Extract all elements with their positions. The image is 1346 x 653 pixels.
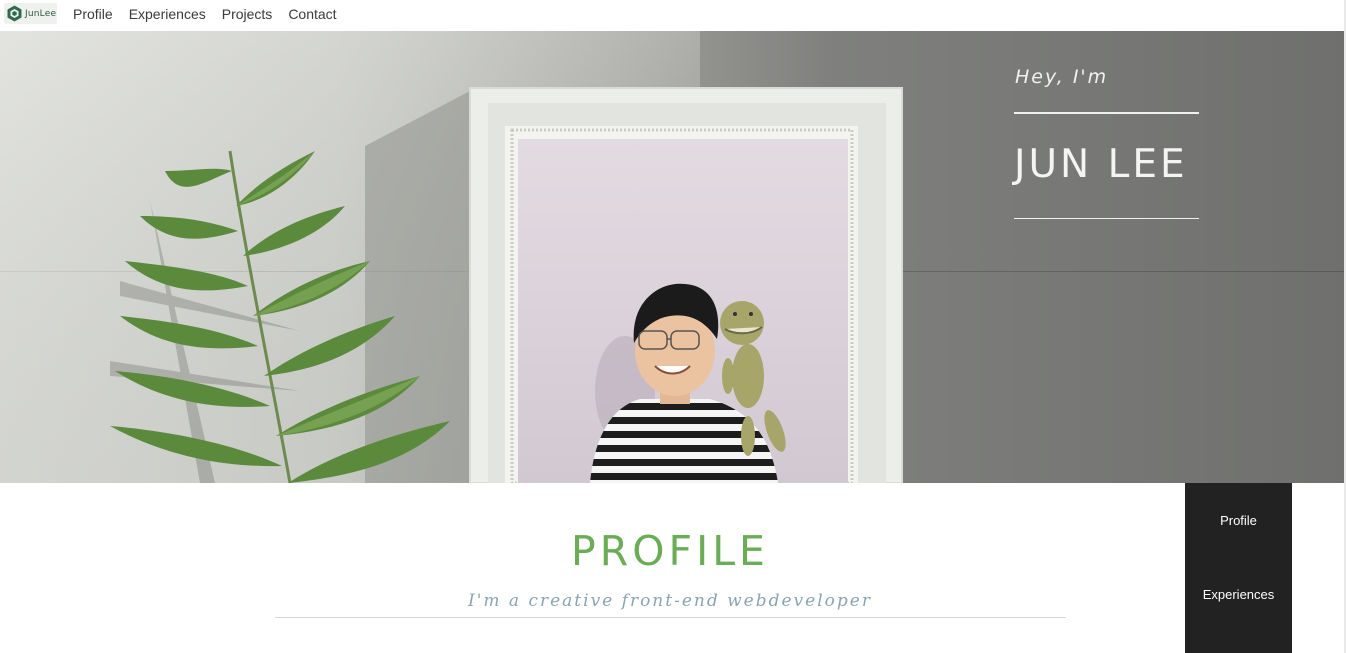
nav-link-projects[interactable]: Projects xyxy=(222,6,273,22)
profile-divider xyxy=(275,617,1066,618)
side-menu-item-profile[interactable]: Profile xyxy=(1185,513,1292,528)
hero-greeting: Hey, I'm xyxy=(1015,66,1109,88)
nav-link-profile[interactable]: Profile xyxy=(73,6,113,22)
side-menu: Profile Experiences xyxy=(1185,483,1292,653)
nav-link-experiences[interactable]: Experiences xyxy=(129,6,206,22)
nav-links: Profile Experiences Projects Contact xyxy=(73,0,353,28)
hero-divider-top xyxy=(1014,112,1199,114)
hero-banner: Hey, I'm JUN LEE xyxy=(0,31,1346,483)
profile-section-title: PROFILE xyxy=(571,527,769,575)
hero-divider-bottom xyxy=(1014,218,1199,219)
logo-text: JunLee xyxy=(25,8,57,19)
side-menu-item-experiences[interactable]: Experiences xyxy=(1185,587,1292,602)
top-navbar: JunLee Profile Experiences Projects Cont… xyxy=(0,0,1346,31)
hero-name: JUN LEE xyxy=(1014,142,1188,187)
profile-section-subtitle: I'm a creative front-end webdeveloper xyxy=(468,591,872,611)
hero-illustration xyxy=(0,31,903,483)
nav-link-contact[interactable]: Contact xyxy=(288,6,336,22)
hexagon-logo-icon xyxy=(7,5,22,22)
site-logo[interactable]: JunLee xyxy=(4,3,57,24)
